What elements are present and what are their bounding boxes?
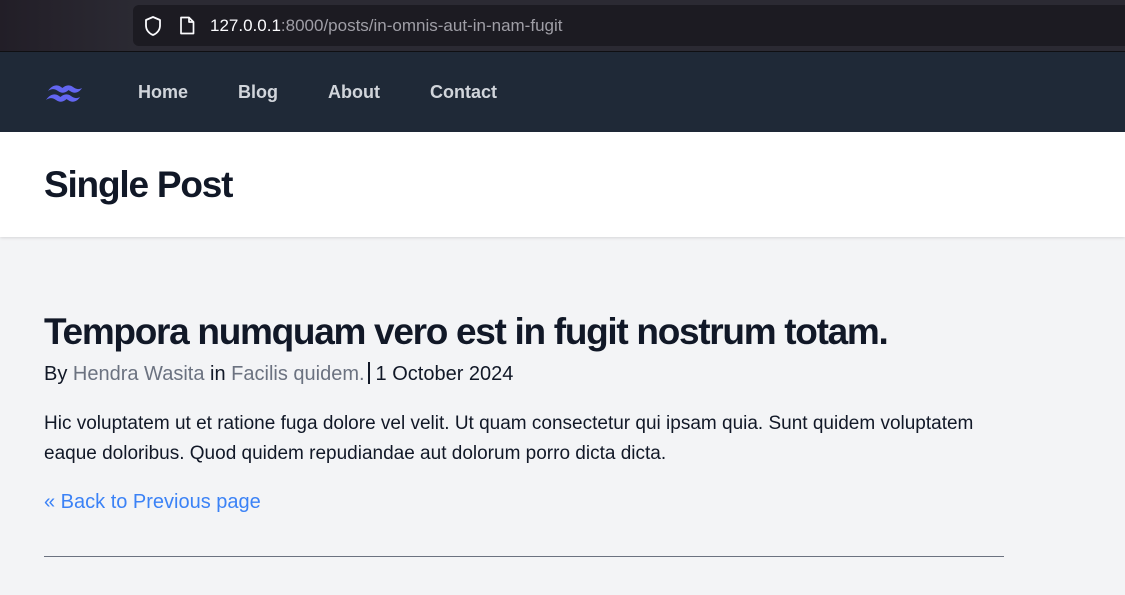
post-date: 1 October 2024: [375, 363, 514, 385]
url-path: :8000/posts/in-omnis-aut-in-nam-fugit: [280, 15, 563, 35]
by-label: By: [44, 363, 68, 385]
category-link[interactable]: Facilis quidem.: [231, 363, 364, 385]
nav-link-about[interactable]: About: [328, 82, 380, 103]
meta-divider: [367, 362, 370, 384]
url-text[interactable]: 127.0.0.1:8000/posts/in-omnis-aut-in-nam…: [210, 16, 562, 36]
back-link[interactable]: « Back to Previous page: [44, 491, 261, 514]
page-icon[interactable]: [178, 16, 196, 36]
nav-link-blog[interactable]: Blog: [238, 82, 278, 103]
url-host: 127.0.0.1: [210, 15, 281, 35]
site-navbar: Home Blog About Contact: [0, 52, 1125, 132]
address-bar[interactable]: 127.0.0.1:8000/posts/in-omnis-aut-in-nam…: [133, 5, 1125, 46]
nav-link-home[interactable]: Home: [138, 82, 188, 103]
divider: [44, 556, 1004, 557]
post-body: Hic voluptatem ut et ratione fuga dolore…: [44, 413, 974, 464]
nav-links: Home Blog About Contact: [138, 82, 547, 103]
post-content: Tempora numquam vero est in fugit nostru…: [0, 237, 1125, 557]
post-meta: By Hendra Wasita in Facilis quidem. 1 Oct…: [44, 361, 1081, 387]
browser-toolbar: 127.0.0.1:8000/posts/in-omnis-aut-in-nam…: [0, 0, 1125, 52]
in-label: in: [210, 363, 226, 385]
tailwind-logo-icon[interactable]: [44, 79, 84, 105]
nav-link-contact[interactable]: Contact: [430, 82, 497, 103]
post-title: Tempora numquam vero est in fugit nostru…: [44, 311, 889, 352]
page-title: Single Post: [44, 163, 233, 205]
shield-icon[interactable]: [143, 15, 163, 36]
author-link[interactable]: Hendra Wasita: [73, 363, 205, 385]
page-header: Single Post: [0, 132, 1125, 237]
